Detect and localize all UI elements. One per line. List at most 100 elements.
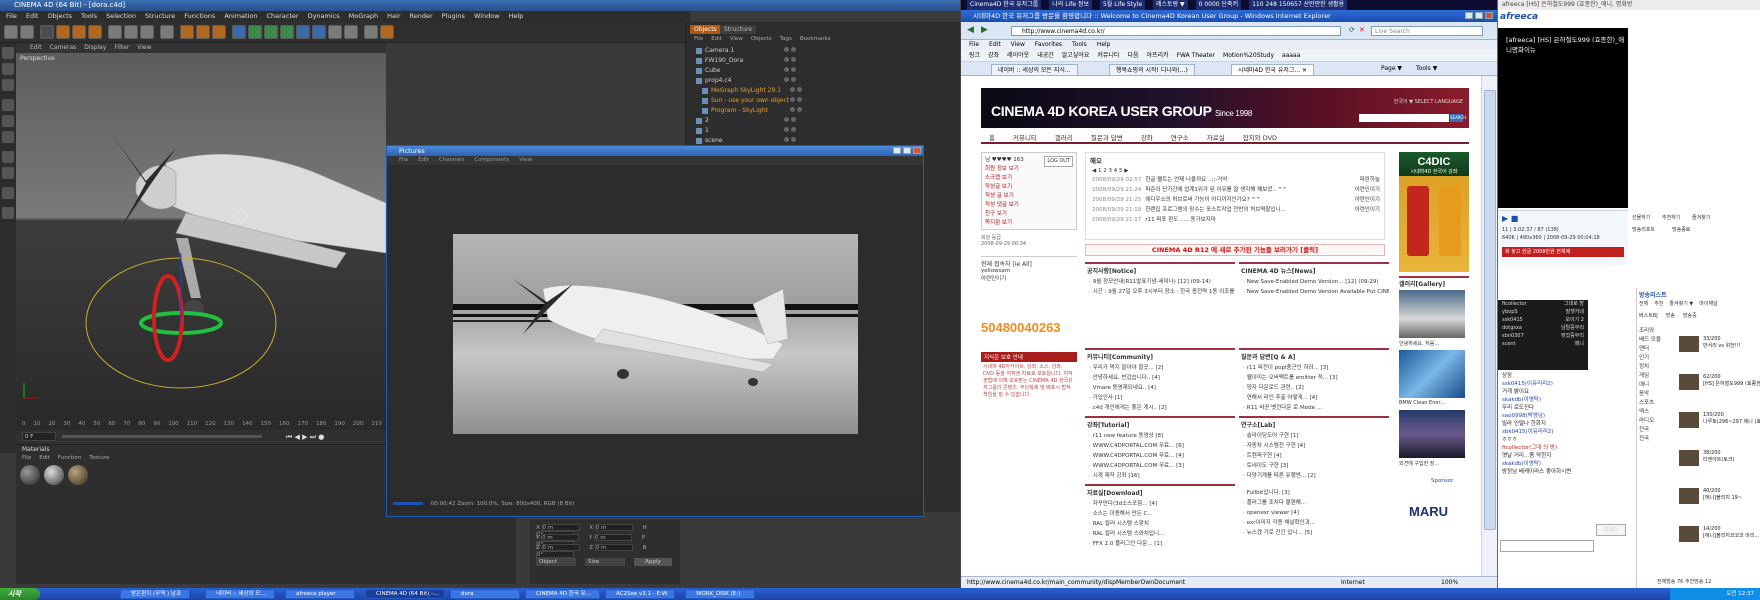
category-item[interactable]: 인기 — [1639, 353, 1649, 361]
ie-menu-file[interactable]: File — [969, 40, 979, 50]
nav-tutorial[interactable]: 강좌 — [1141, 132, 1153, 142]
rotate-icon[interactable] — [88, 25, 102, 39]
materials-tab[interactable]: Materials — [22, 446, 50, 453]
category-item[interactable]: 엑스 — [1639, 407, 1649, 415]
size-mode-select[interactable]: Size — [585, 558, 625, 566]
use-polygons-tool-icon[interactable] — [2, 131, 14, 143]
board-item[interactable]: 웹이미는 오버펙트를 emitter 적... [3] — [1239, 373, 1389, 383]
board-item[interactable]: 플러그를 조치다 불편해... — [1239, 498, 1389, 508]
fav-link[interactable]: FWA Theater — [1177, 50, 1215, 61]
tab-naver[interactable]: 네이버 :: 세상의 모든 지식... — [991, 64, 1078, 75]
undo-icon[interactable] — [4, 25, 18, 39]
menu-edit[interactable]: Edit — [26, 11, 39, 22]
tab-objects[interactable]: Objects — [690, 25, 721, 34]
materials-menu-edit[interactable]: Edit — [39, 455, 50, 461]
cube-primitive-icon[interactable] — [232, 25, 246, 39]
board-item[interactable]: RAL 컬러 시스템 스왓치 — [1085, 519, 1235, 529]
object-row[interactable]: MoGraph SkyLight 29.1 — [702, 86, 802, 96]
board-item[interactable]: exr이미지 각종 채널확인과... — [1239, 518, 1389, 528]
address-input[interactable]: http://www.cinema4d.co.kr/ — [1011, 26, 1341, 36]
fav-link[interactable]: 내공간 — [1037, 50, 1054, 61]
pagination[interactable]: ◀ 1 2 3 4 5 ▶ — [1086, 167, 1384, 175]
scene-icon[interactable] — [312, 25, 326, 39]
notice-red[interactable]: 화 놓고 한글 2008만원 전체제 — [1502, 247, 1624, 257]
gallery-thumb[interactable] — [1399, 410, 1465, 458]
spline-icon[interactable] — [248, 25, 262, 39]
size-y-field[interactable]: 0 m — [594, 534, 632, 541]
post-author[interactable]: 아련인이기 — [1355, 205, 1380, 215]
object-row[interactable]: prop4.c4 — [696, 76, 796, 86]
member-link[interactable]: 작성 글 보기 — [985, 192, 1073, 201]
fav-link[interactable]: 알고싶어요 — [1062, 50, 1090, 61]
menu-tools[interactable]: Tools — [81, 11, 97, 22]
board-item[interactable]: 트렌퍼구현 [4] — [1239, 451, 1389, 461]
visibility-dots-icon[interactable] — [784, 57, 804, 65]
visibility-dots-icon[interactable] — [784, 77, 804, 85]
online-user[interactable]: 아련인이기 — [981, 274, 1077, 282]
strip-link[interactable]: 나의 Life 정보 — [1049, 0, 1092, 10]
maximize-icon[interactable] — [1475, 12, 1483, 19]
menu-render[interactable]: Render — [410, 11, 433, 22]
fav-link[interactable]: 링크 — [969, 50, 980, 61]
board-item[interactable]: 뉴스겠 가로 간간 입니... [5] — [1239, 528, 1389, 538]
category-item[interactable]: 라디오 — [1639, 416, 1654, 424]
z-axis-icon[interactable] — [140, 25, 154, 39]
light-icon[interactable] — [344, 25, 358, 39]
bcast-tab[interactable]: 즐겨찾기 ▼ — [1669, 300, 1693, 307]
ie-menu-view[interactable]: View — [1011, 40, 1025, 50]
site-search-button[interactable]: SEARCH — [1450, 114, 1466, 122]
pv-menu-edit[interactable]: Edit — [418, 156, 429, 165]
stop-icon[interactable]: ✕ — [1359, 26, 1365, 34]
back-icon[interactable]: ◀ — [967, 25, 974, 35]
pv-menu-file[interactable]: File — [399, 156, 408, 165]
bcast-tab[interactable]: 전체 — [1639, 300, 1648, 307]
visibility-dots-icon[interactable] — [784, 137, 804, 145]
site-title[interactable]: CINEMA 4D KOREA USER GROUP Since 1998 — [991, 103, 1252, 119]
board-title[interactable]: 커뮤니티[Community] — [1085, 350, 1235, 363]
viewport-menu-edit[interactable]: Edit — [30, 43, 42, 53]
viewport-menu-display[interactable]: Display — [84, 43, 106, 53]
record-icon[interactable] — [380, 25, 394, 39]
strip-link[interactable]: 5월 Life Style — [1099, 0, 1146, 10]
broadcast-item[interactable]: 40/200 [애니]블리치 19~ — [1679, 488, 1759, 506]
menu-selection[interactable]: Selection — [106, 11, 136, 22]
visibility-dots-icon[interactable] — [790, 107, 810, 115]
menu-character[interactable]: Character — [266, 11, 298, 22]
select-icon[interactable] — [40, 25, 54, 39]
board-item[interactable]: 자동차 시스템전 구현 [4] — [1239, 441, 1389, 451]
gift-button[interactable]: 선물하기 — [1632, 214, 1650, 221]
om-menu-edit[interactable]: Edit — [711, 36, 722, 42]
tools-menu[interactable]: Tools ▼ — [1416, 65, 1437, 72]
fav-link[interactable]: 커뮤니티 — [1097, 50, 1119, 61]
c4dic-ad[interactable]: C4DIC 시네마4D 한국어 강좌 — [1399, 152, 1469, 272]
visibility-dots-icon[interactable] — [784, 117, 804, 125]
menu-plugins[interactable]: Plugins — [442, 11, 465, 22]
visibility-dots-icon[interactable] — [784, 67, 804, 75]
object-row[interactable]: 1 — [696, 126, 796, 136]
nav-gallery[interactable]: 갤러리 — [1055, 132, 1073, 142]
tab-danawa[interactable]: 행복쇼핑의 시작! 디나와(...) — [1109, 64, 1195, 75]
chat-input[interactable] — [1500, 540, 1594, 552]
board-item[interactable]: openexr viewer [4] — [1239, 508, 1389, 518]
layout-icon[interactable] — [364, 25, 378, 39]
chat-user-row[interactable]: ficollector 그대로 방 — [1498, 300, 1588, 308]
use-points-tool-icon[interactable] — [2, 99, 14, 111]
visibility-dots-icon[interactable] — [790, 97, 810, 105]
pv-menu-channels[interactable]: Channels — [439, 156, 464, 165]
menu-file[interactable]: File — [6, 11, 17, 22]
use-model-tool-icon[interactable] — [2, 47, 14, 59]
material-ball[interactable] — [44, 465, 64, 485]
minimize-icon[interactable] — [1465, 12, 1473, 19]
nav-home[interactable]: 홈 — [989, 132, 995, 142]
nav-download[interactable]: 자료실 — [1207, 132, 1225, 142]
latest-post-row[interactable]: 2008/09/29 02:57 한글 펠트는 언제 나올까요 ..;;-거억 파란… — [1086, 175, 1384, 185]
board-title[interactable]: 질문과 답변[Q & A] — [1239, 350, 1389, 363]
latest-post-row[interactable]: 2008/09/29 21:17 r11 퍼포 판도 ..... 동가보지마 — [1086, 215, 1384, 225]
position-y-field[interactable]: 0 m — [541, 534, 580, 541]
play-controls-icon[interactable]: ⏮ ◀ ▶ ⏭ ● — [286, 433, 324, 442]
frame-slider[interactable] — [62, 435, 262, 438]
tab-structure[interactable]: Structure — [720, 25, 756, 34]
maximize-icon[interactable] — [903, 147, 911, 154]
latest-post-row[interactable]: 2008/09/29 21:19 한랜집 프로그램의 장수는 포스트작업 전반의 … — [1086, 205, 1384, 215]
board-item[interactable]: 우리가 먹지 말아야 할곳... [2] — [1085, 363, 1235, 373]
